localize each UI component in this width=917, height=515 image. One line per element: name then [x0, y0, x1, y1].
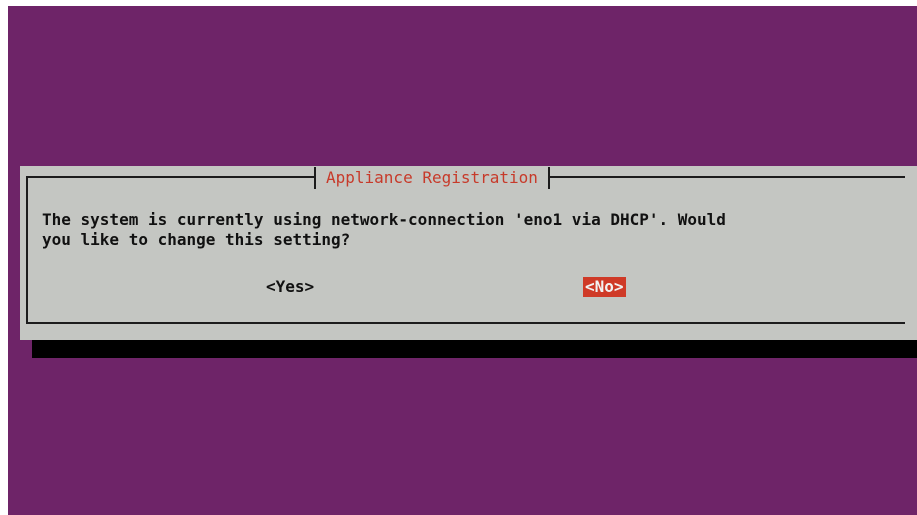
dialog-title: Appliance Registration [314, 167, 550, 189]
yes-button[interactable]: <Yes> [266, 277, 314, 297]
dialog-message: The system is currently using network-co… [42, 210, 726, 249]
dialog-frame [26, 176, 905, 324]
registration-dialog: Appliance Registration The system is cur… [20, 166, 917, 340]
terminal-screen: Appliance Registration The system is cur… [8, 6, 917, 515]
no-button[interactable]: <No> [583, 277, 626, 297]
